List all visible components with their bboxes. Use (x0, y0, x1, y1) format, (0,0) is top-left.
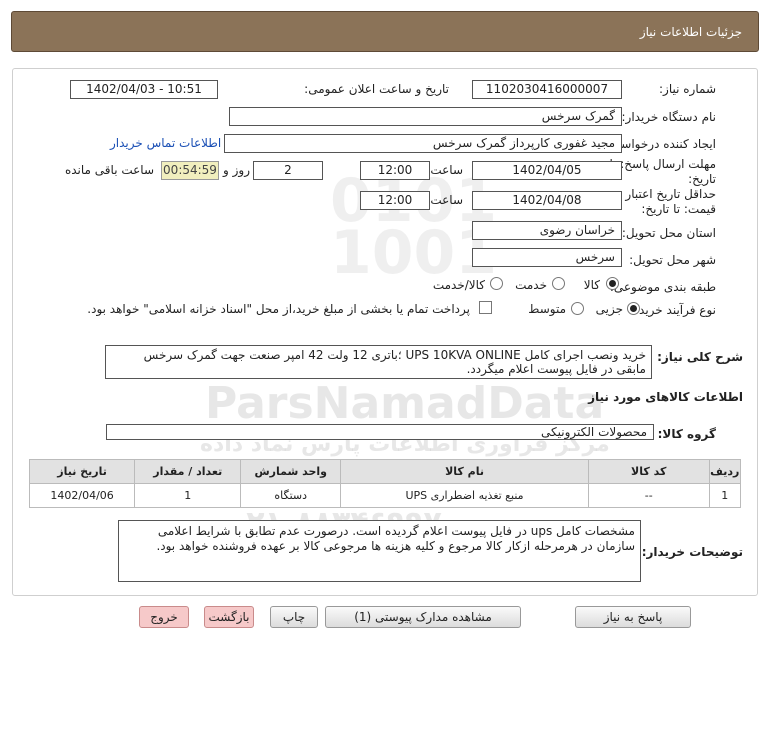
validity-time-label: ساعت (430, 193, 463, 207)
announce-label: تاریخ و ساعت اعلان عمومی: (304, 82, 449, 96)
province-label: استان محل تحویل: (621, 226, 716, 240)
validity-time-field: 12:00 (360, 191, 430, 210)
page-header: جزئیات اطلاعات نیاز (11, 11, 759, 52)
cell-name: منبع تغذیه اضطراری UPS (340, 483, 589, 508)
category-radio-service[interactable] (552, 277, 565, 290)
process-option-minor: جزیی (595, 302, 623, 316)
days-label: روز و (223, 163, 250, 177)
category-label: طبقه بندی موضوعی: (609, 280, 716, 294)
cell-date: 1402/04/06 (28, 483, 136, 508)
cell-unit: دستگاه (240, 483, 342, 508)
time-remaining-label: ساعت باقی مانده (64, 163, 154, 177)
cell-qty: 1 (134, 483, 242, 508)
category-option-goods: کالا (583, 278, 600, 292)
goods-table-header: ردیف کد کالا نام کالا واحد شمارش تعداد /… (28, 459, 742, 484)
need-number-field: 1102030416000007 (472, 80, 622, 99)
category-option-service: خدمت (515, 278, 547, 292)
description-label: شرح کلی نیاز: (657, 350, 743, 364)
time-remaining-field: 00:54:59 (161, 161, 219, 180)
view-attachments-button[interactable]: مشاهده مدارک پیوستی (1) (325, 606, 521, 628)
need-number-label: شماره نیاز: (659, 82, 716, 96)
process-radio-minor[interactable] (627, 302, 640, 315)
announce-field: 1402/04/03 - 10:51 (70, 80, 218, 99)
table-row: 1 -- منبع تغذیه اضطراری UPS دستگاه 1 140… (28, 483, 742, 508)
buyer-org-label: نام دستگاه خریدار: (621, 110, 717, 124)
category-radio-goods[interactable] (606, 277, 619, 290)
col-qty: تعداد / مقدار (134, 459, 242, 484)
process-label: نوع فرآیند خرید : (631, 303, 716, 317)
category-radio-goods-service[interactable] (490, 277, 503, 290)
process-radio-medium[interactable] (571, 302, 584, 315)
description-box: خرید ونصب اجرای کامل UPS 10KVA ONLINE ؛ب… (105, 345, 652, 379)
print-button[interactable]: چاپ (270, 606, 318, 628)
process-option-medium: متوسط (528, 302, 566, 316)
goods-group-label: گروه کالا: (657, 427, 716, 441)
goods-table: ردیف کد کالا نام کالا واحد شمارش تعداد /… (28, 459, 742, 508)
col-date: تاریخ نیاز (28, 459, 136, 484)
deadline-date-field: 1402/04/05 (472, 161, 622, 180)
reply-button[interactable]: پاسخ به نیاز (575, 606, 691, 628)
goods-group-field: محصولات الکترونیکی (106, 424, 654, 440)
city-field: سرخس (472, 248, 622, 267)
buyer-contact-link[interactable]: اطلاعات تماس خریدار (110, 136, 221, 150)
col-row: ردیف (708, 459, 742, 484)
cell-code: -- (587, 483, 710, 508)
buyer-notes-label: توضیحات خریدار: (641, 545, 743, 559)
validity-date-field: 1402/04/08 (472, 191, 622, 210)
page-title: جزئیات اطلاعات نیاز (639, 25, 742, 39)
province-field: خراسان رضوی (472, 221, 622, 240)
buyer-notes-box: مشخصات کامل ups در فایل پیوست اعلام گردی… (118, 520, 641, 582)
category-option-goods-service: کالا/خدمت (432, 278, 485, 292)
days-remaining-field: 2 (253, 161, 323, 180)
treasury-payment-checkbox[interactable] (479, 301, 492, 314)
deadline-time-label: ساعت (430, 163, 463, 177)
goods-section-title: اطلاعات کالاهای مورد نیاز (588, 390, 743, 404)
col-code: کد کالا (587, 459, 710, 484)
back-button[interactable]: بازگشت (204, 606, 254, 628)
creator-label: ایجاد کننده درخواست: (605, 137, 716, 151)
deadline-time-field: 12:00 (360, 161, 430, 180)
col-name: نام کالا (340, 459, 589, 484)
creator-field: مجید غفوری کارپرداز گمرک سرخس (224, 134, 622, 153)
buyer-org-field: گمرک سرخس (229, 107, 622, 126)
cell-row: 1 (708, 483, 742, 508)
col-unit: واحد شمارش (240, 459, 342, 484)
treasury-payment-note: پرداخت تمام یا بخشی از مبلغ خرید،از محل … (87, 302, 470, 316)
city-label: شهر محل تحویل: (629, 253, 716, 267)
exit-button[interactable]: خروج (139, 606, 189, 628)
